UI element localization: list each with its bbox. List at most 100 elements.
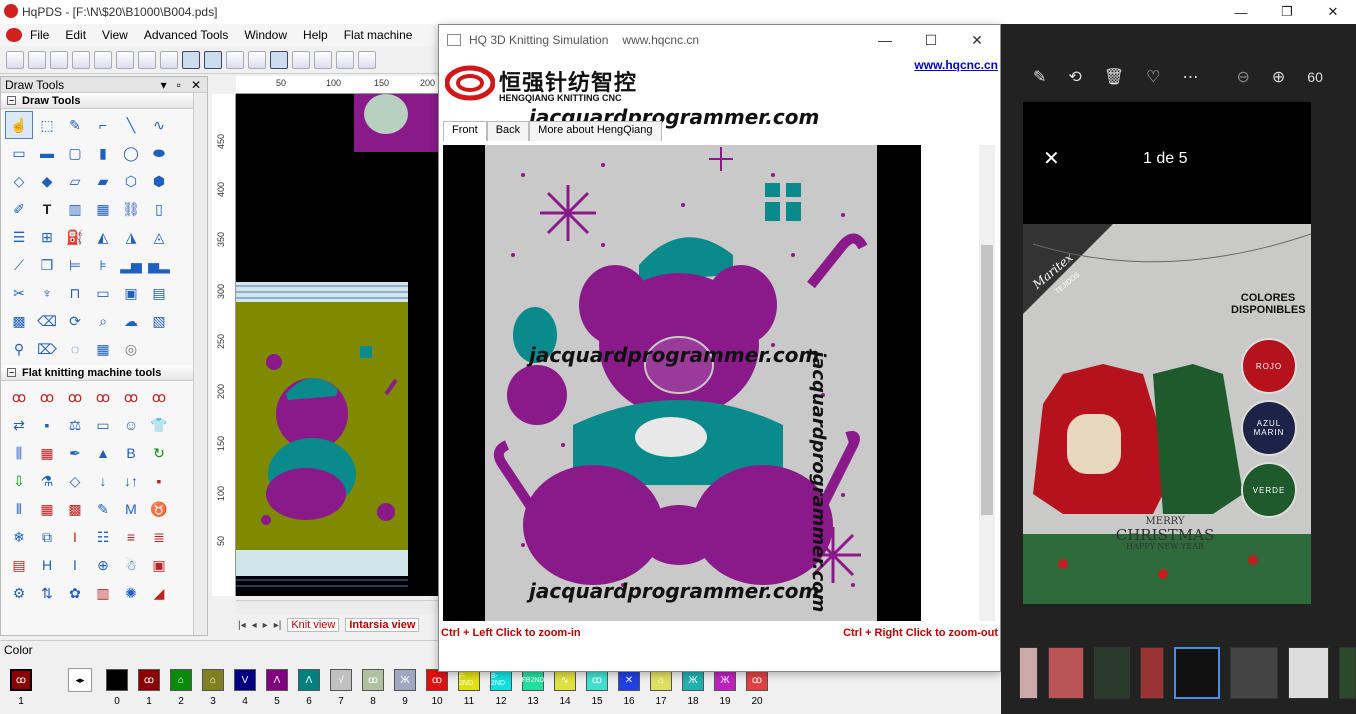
transfer-icon[interactable]: ⇄ — [5, 411, 33, 439]
sim-close-button[interactable]: ✕ — [954, 25, 1000, 55]
rounded-rect-icon[interactable]: ▢ — [61, 139, 89, 167]
tab-more-about[interactable]: More about HengQiang — [529, 121, 662, 141]
image-icon[interactable]: ▧ — [145, 307, 173, 335]
draw-tools-scrollbar[interactable] — [193, 93, 207, 635]
color-swatch[interactable]: ꝏ — [586, 669, 608, 691]
layers-icon[interactable]: ⧉ — [33, 523, 61, 551]
i-beam-icon[interactable]: I — [61, 523, 89, 551]
last-tab-nav-icon[interactable]: ▸| — [274, 620, 282, 631]
rectangle-icon[interactable]: ▭ — [5, 139, 33, 167]
diamond-outline-icon[interactable]: ◇ — [61, 467, 89, 495]
lasso-icon[interactable]: ◌ — [61, 335, 89, 363]
scissors-icon[interactable]: ✂ — [5, 279, 33, 307]
flower-icon[interactable]: ✿ — [61, 579, 89, 607]
parallelogram-icon[interactable]: ▱ — [61, 167, 89, 195]
scale-icon[interactable]: ⚖ — [61, 411, 89, 439]
tiles-icon[interactable]: ▦ — [89, 335, 117, 363]
sim-minimize-button[interactable]: — — [862, 25, 908, 55]
menu-edit[interactable]: Edit — [57, 28, 94, 42]
refresh-icon[interactable]: ⟳ — [61, 307, 89, 335]
color-swatch[interactable]: FB2ND — [522, 669, 544, 691]
thumbnail[interactable] — [1338, 647, 1356, 699]
tab-intarsia-view[interactable]: Intarsia view — [345, 618, 420, 632]
knit-stitch-icon[interactable]: ꝏ — [5, 383, 33, 411]
filled-rounded-rect-icon[interactable]: ▮ — [89, 139, 117, 167]
sim-maximize-button[interactable]: ☐ — [908, 25, 954, 55]
color-swatch[interactable]: ∿ — [554, 669, 576, 691]
vertical-bars-icon[interactable]: ▯ — [145, 195, 173, 223]
first-tab-nav-icon[interactable]: |◂ — [238, 620, 246, 631]
switch-icon[interactable]: ▣ — [145, 551, 173, 579]
paste-icon[interactable] — [160, 50, 178, 69]
color-swatch[interactable]: B-2ND — [490, 669, 512, 691]
color-swatch[interactable]: ꝏ — [138, 669, 160, 691]
filled-parallelogram-icon[interactable]: ▰ — [89, 167, 117, 195]
thumbnail[interactable] — [1093, 647, 1130, 699]
needle-icon[interactable]: ⟋ — [5, 251, 33, 279]
bars-icon[interactable]: ⫴ — [5, 495, 33, 523]
brush2-icon[interactable]: ✎ — [89, 495, 117, 523]
eraser2-icon[interactable]: ⌦ — [33, 335, 61, 363]
save-icon[interactable] — [50, 50, 68, 69]
knit-stitch2-icon[interactable]: ꝏ — [33, 383, 61, 411]
filled-ellipse-icon[interactable]: ⬬ — [145, 139, 173, 167]
wand-icon[interactable]: ⚲ — [5, 335, 33, 363]
thumbnail[interactable] — [1287, 647, 1329, 699]
chain-icon[interactable]: ⛓ — [117, 195, 145, 223]
menu-file[interactable]: File — [22, 28, 57, 42]
knit-stitch6-icon[interactable]: ꝏ — [145, 383, 173, 411]
tab-back[interactable]: Back — [486, 121, 530, 141]
snow-block-icon[interactable]: ❄ — [5, 523, 33, 551]
up-down-icon[interactable]: ⇅ — [33, 579, 61, 607]
design-canvas[interactable] — [236, 94, 438, 596]
tab-knit-view[interactable]: Knit view — [287, 618, 340, 632]
menu-help[interactable]: Help — [295, 28, 336, 42]
copy-pattern-icon[interactable]: ❐ — [33, 251, 61, 279]
favorite-heart-icon[interactable]: ♡ — [1146, 67, 1160, 87]
diamond-icon[interactable]: ◇ — [5, 167, 33, 195]
weight-icon[interactable]: ♉ — [145, 495, 173, 523]
menu-logo-icon[interactable] — [6, 28, 22, 42]
fill-bucket2-icon[interactable]: ◭ — [89, 223, 117, 251]
section-flat-knitting[interactable]: − Flat knitting machine tools — [1, 365, 207, 381]
edit-tool-icon[interactable] — [358, 50, 376, 69]
redo-icon[interactable] — [94, 50, 112, 69]
palette-icon[interactable]: ▦ — [33, 495, 61, 523]
color-swatch[interactable]: F-2ND — [458, 669, 480, 691]
robot-icon[interactable]: ☺ — [117, 411, 145, 439]
color-swatch[interactable]: Ж — [714, 669, 736, 691]
delete-icon[interactable]: 🗑 — [1104, 67, 1124, 87]
color-swatch[interactable]: ꝏ — [426, 669, 448, 691]
color-swatch[interactable]: Λ — [266, 669, 288, 691]
zoom-in-icon[interactable]: ⊕ — [1272, 67, 1285, 87]
menu-advanced-tools[interactable]: Advanced Tools — [136, 28, 237, 42]
menu-flat-machine[interactable]: Flat machine — [336, 28, 421, 42]
thumbnail[interactable] — [1139, 647, 1164, 699]
canvas-hscrollbar[interactable] — [236, 600, 438, 614]
current-color-swatch[interactable]: ꝏ — [10, 669, 32, 691]
close-button[interactable]: ✕ — [1310, 0, 1356, 24]
color-swatch[interactable]: Ж — [394, 669, 416, 691]
module-icon[interactable]: ▭ — [89, 411, 117, 439]
collapse-icon[interactable]: − — [7, 96, 16, 105]
prev-tab-nav-icon[interactable]: ◂ — [252, 620, 257, 631]
thumbnail[interactable] — [1019, 647, 1038, 699]
menu-view[interactable]: View — [94, 28, 136, 42]
sim-vscrollbar[interactable] — [979, 145, 995, 621]
thumbnail-selected[interactable] — [1173, 647, 1221, 699]
globe-icon[interactable]: ⊕ — [89, 551, 117, 579]
icj-icon[interactable]: ≣ — [145, 523, 173, 551]
next-tab-nav-icon[interactable]: ▸ — [263, 620, 268, 631]
fill-bucket4-icon[interactable]: ◬ — [145, 223, 173, 251]
frame-icon[interactable]: ▣ — [117, 279, 145, 307]
square-icon[interactable]: ▩ — [5, 307, 33, 335]
pencil-icon[interactable]: ✎ — [61, 111, 89, 139]
hexagon-icon[interactable]: ⬡ — [117, 167, 145, 195]
grid-red-icon[interactable]: ▤ — [5, 551, 33, 579]
dropper-icon[interactable]: ⚗ — [33, 467, 61, 495]
hqd-icon[interactable]: H — [33, 551, 61, 579]
jacquard-icon[interactable]: ▦ — [33, 439, 61, 467]
grid-pattern-icon[interactable]: ▦ — [89, 195, 117, 223]
info-icon[interactable] — [204, 50, 222, 69]
icj-tool-icon[interactable]: I — [61, 551, 89, 579]
